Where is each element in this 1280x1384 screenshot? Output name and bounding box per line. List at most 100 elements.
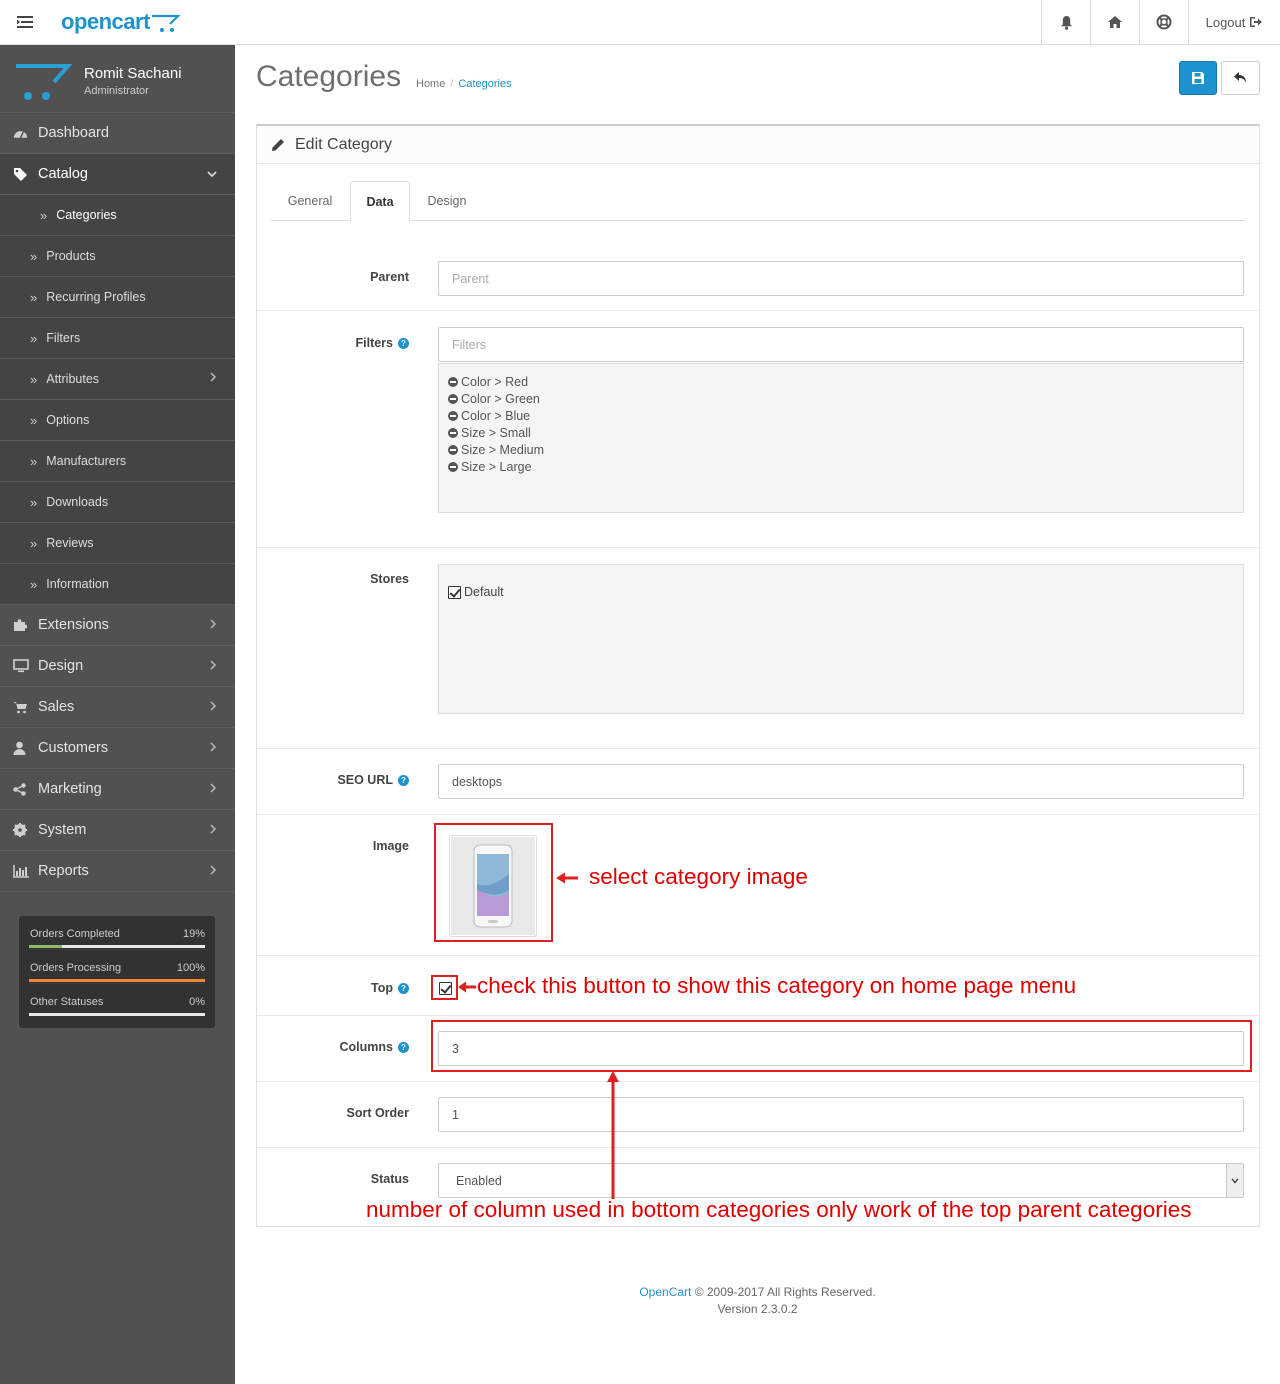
store-default-checkbox[interactable]	[448, 585, 461, 599]
sidebar-subitem-attributes[interactable]: » Attributes	[0, 359, 235, 400]
sidebar-subitem-label: Products	[46, 249, 96, 263]
logout-button[interactable]: Logout	[1188, 0, 1280, 44]
share-icon	[13, 782, 26, 796]
stat-label: Other Statuses	[30, 996, 104, 1008]
help-icon[interactable]: ?	[398, 337, 409, 349]
dashboard-icon	[13, 131, 28, 139]
sidebar-item-label: Customers	[38, 740, 109, 756]
sidebar-item-sales[interactable]: Sales	[0, 687, 235, 728]
minus-circle-icon[interactable]	[448, 427, 458, 438]
help-icon[interactable]: ?	[398, 982, 409, 994]
sidebar-item-label: System	[38, 822, 87, 838]
help-icon[interactable]: ?	[398, 774, 409, 786]
notifications-button[interactable]	[1041, 0, 1090, 44]
help-icon[interactable]: ?	[398, 1041, 409, 1053]
filter-item[interactable]: Size > Medium	[439, 441, 1243, 458]
sidebar-item-label: Sales	[38, 699, 75, 715]
page-title: Categories	[256, 60, 402, 93]
parent-input[interactable]: Parent	[438, 261, 1244, 296]
home-button[interactable]	[1090, 0, 1139, 44]
help-button[interactable]	[1139, 0, 1188, 44]
sidebar-item-label: Extensions	[38, 617, 109, 633]
tab-design[interactable]: Design	[414, 181, 480, 221]
double-chevron-right-icon: »	[30, 494, 38, 510]
sidebar-subitem-products[interactable]: » Products	[0, 236, 235, 277]
breadcrumb-home[interactable]: Home	[416, 78, 445, 90]
opencart-link[interactable]: OpenCart	[639, 1285, 691, 1299]
status-selected-value: Enabled	[456, 1173, 502, 1188]
top-annotation: check this button to show this category …	[477, 973, 1077, 998]
sidebar-item-label: Marketing	[38, 781, 102, 797]
chevron-right-icon	[210, 372, 217, 385]
sidebar-subitem-label: Information	[46, 577, 109, 591]
stat-value: 100%	[176, 962, 205, 974]
minus-circle-icon[interactable]	[448, 393, 458, 404]
minus-circle-icon[interactable]	[448, 376, 458, 387]
sidebar-subitem-manufacturers[interactable]: » Manufacturers	[0, 441, 235, 482]
sidebar-subitem-options[interactable]: » Options	[0, 400, 235, 441]
status-select[interactable]: Enabled	[438, 1163, 1244, 1198]
sign-out-icon	[1250, 17, 1263, 27]
desktop-icon	[13, 659, 29, 673]
seo-url-label: SEO URL?	[337, 773, 409, 787]
cart-icon	[13, 701, 27, 713]
sort-order-input[interactable]: 1	[438, 1097, 1244, 1132]
breadcrumb-categories[interactable]: Categories	[458, 78, 511, 90]
sidebar-item-system[interactable]: System	[0, 810, 235, 851]
sidebar-item-reports[interactable]: Reports	[0, 851, 235, 892]
sidebar-subitem-label: Recurring Profiles	[46, 290, 146, 304]
store-default-option[interactable]: Default	[448, 585, 1243, 599]
bell-icon	[1060, 15, 1072, 30]
sidebar-item-marketing[interactable]: Marketing	[0, 769, 235, 810]
sidebar-item-dashboard[interactable]: Dashboard	[0, 113, 235, 154]
bar-chart-icon	[13, 864, 29, 878]
filter-item[interactable]: Color > Blue	[439, 407, 1243, 424]
sidebar-item-extensions[interactable]: Extensions	[0, 605, 235, 646]
stat-label: Orders Completed	[30, 928, 120, 940]
stat-orders-completed: Orders Completed 19%	[29, 916, 205, 950]
filter-item[interactable]: Color > Red	[439, 373, 1243, 390]
progress-bar	[29, 1013, 205, 1016]
sidebar-subitem-label: Attributes	[46, 372, 100, 386]
chevron-right-icon	[210, 864, 217, 878]
minus-circle-icon[interactable]	[448, 444, 458, 455]
filter-item[interactable]: Size > Small	[439, 424, 1243, 441]
profile-role: Administrator	[84, 85, 149, 97]
seo-url-input[interactable]: desktops	[438, 764, 1244, 799]
image-annotation: select category image	[589, 864, 808, 889]
tab-general[interactable]: General	[271, 181, 349, 221]
sidebar-subitem-recurring-profiles[interactable]: » Recurring Profiles	[0, 277, 235, 318]
filter-item[interactable]: Size > Large	[439, 458, 1243, 475]
minus-circle-icon[interactable]	[448, 410, 458, 421]
sidebar-item-customers[interactable]: Customers	[0, 728, 235, 769]
sidebar-subitem-categories[interactable]: » Categories	[0, 195, 235, 236]
minus-circle-icon[interactable]	[448, 461, 458, 472]
sidebar-subitem-reviews[interactable]: » Reviews	[0, 523, 235, 564]
menu-toggle-button[interactable]	[0, 0, 50, 44]
double-chevron-right-icon: »	[30, 248, 38, 264]
sidebar-subitem-label: Reviews	[46, 536, 94, 550]
order-stats: Orders Completed 19% Orders Processing 1…	[19, 916, 215, 1028]
stat-value: 19%	[182, 928, 205, 940]
filters-input[interactable]: Filters	[438, 327, 1244, 362]
columns-annotation: number of column used in bottom categori…	[366, 1197, 1192, 1222]
opencart-logo[interactable]: opencart	[61, 8, 180, 36]
sidebar-subitem-label: Downloads	[46, 495, 109, 509]
sidebar-item-catalog[interactable]: Catalog	[0, 154, 235, 195]
filter-item[interactable]: Color > Green	[439, 390, 1243, 407]
cancel-button[interactable]	[1221, 61, 1260, 95]
sidebar-subitem-filters[interactable]: » Filters	[0, 318, 235, 359]
save-button[interactable]	[1179, 61, 1217, 95]
sidebar-item-design[interactable]: Design	[0, 646, 235, 687]
sort-order-label: Sort Order	[346, 1106, 409, 1120]
sidebar-subitem-label: Manufacturers	[46, 454, 127, 468]
filter-list: Color > Red Color > Green Color > Blue S…	[438, 363, 1244, 513]
stat-other-statuses: Other Statuses 0%	[29, 984, 205, 1018]
tab-data[interactable]: Data	[350, 181, 410, 222]
sidebar-subitem-information[interactable]: » Information	[0, 564, 235, 605]
image-highlight-box	[434, 823, 553, 942]
store-label: Default	[464, 585, 504, 599]
chevron-down-icon	[207, 167, 217, 181]
chevron-down-icon[interactable]	[1226, 1164, 1243, 1197]
sidebar-subitem-downloads[interactable]: » Downloads	[0, 482, 235, 523]
